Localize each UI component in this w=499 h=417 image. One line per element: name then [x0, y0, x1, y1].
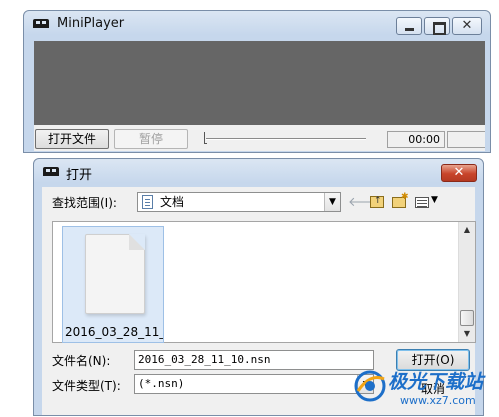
watermark-url: www.xz7.com	[400, 394, 476, 407]
file-name: 2016_03_28_11_1	[65, 325, 163, 339]
look-in-combobox[interactable]: 文档 ▼	[137, 192, 341, 212]
dialog-app-icon	[43, 167, 59, 176]
dialog-title: 打开	[66, 168, 93, 183]
filetype-combobox[interactable]: (*.nsn) ▼	[134, 374, 374, 394]
close-icon: ✕	[453, 165, 465, 180]
caption-buttons: ✕	[396, 17, 482, 35]
window-title: MiniPlayer	[57, 16, 125, 31]
maximize-button[interactable]	[424, 17, 450, 35]
seek-slider-thumb[interactable]	[204, 132, 207, 144]
filetype-label: 文件类型(T):	[52, 379, 121, 393]
watermark-text: 极光下载站	[388, 371, 484, 393]
view-menu-icon[interactable]	[415, 197, 429, 208]
filetype-value: (*.nsn)	[138, 377, 185, 390]
look-in-label: 查找范围(I):	[52, 196, 117, 210]
time-display: 00:00	[387, 131, 445, 148]
vertical-scrollbar[interactable]: ▲ ▼	[458, 222, 475, 342]
pause-button[interactable]: 暂停	[114, 129, 188, 149]
control-bar: 打开文件 暂停 00:00	[34, 128, 485, 150]
status-panel	[447, 131, 485, 148]
up-folder-icon[interactable]: ↑	[370, 196, 384, 208]
view-dropdown-icon[interactable]: ▼	[431, 195, 438, 205]
miniplayer-window: MiniPlayer ✕ 打开文件 暂停 00:00	[23, 10, 491, 153]
close-button[interactable]: ✕	[452, 17, 482, 35]
scrollbar-thumb[interactable]	[460, 310, 474, 326]
filename-field[interactable]: 2016_03_28_11_10.nsn	[134, 350, 374, 370]
watermark: 极光下载站 www.xz7.com	[352, 367, 498, 415]
file-list[interactable]: 2016_03_28_11_1 ▲ ▼	[52, 221, 476, 343]
video-area[interactable]	[34, 41, 485, 125]
close-icon: ✕	[461, 18, 473, 33]
watermark-logo-icon	[354, 370, 386, 402]
open-file-button[interactable]: 打开文件	[35, 129, 109, 149]
look-in-value: 文档	[160, 195, 185, 209]
new-folder-icon[interactable]: ✱	[392, 192, 409, 208]
scroll-down-icon[interactable]: ▼	[459, 327, 475, 341]
documents-folder-icon	[142, 195, 153, 209]
chevron-down-icon[interactable]: ▼	[324, 193, 340, 211]
seek-slider[interactable]	[206, 138, 366, 140]
dialog-close-button[interactable]: ✕	[441, 164, 477, 182]
player-client-area: 打开文件 暂停 00:00	[34, 41, 485, 151]
scroll-up-icon[interactable]: ▲	[459, 223, 475, 237]
minimize-button[interactable]	[396, 17, 422, 35]
filename-label: 文件名(N):	[52, 354, 111, 368]
file-icon	[85, 234, 145, 314]
app-icon	[33, 19, 49, 28]
list-item[interactable]: 2016_03_28_11_1	[62, 226, 164, 343]
